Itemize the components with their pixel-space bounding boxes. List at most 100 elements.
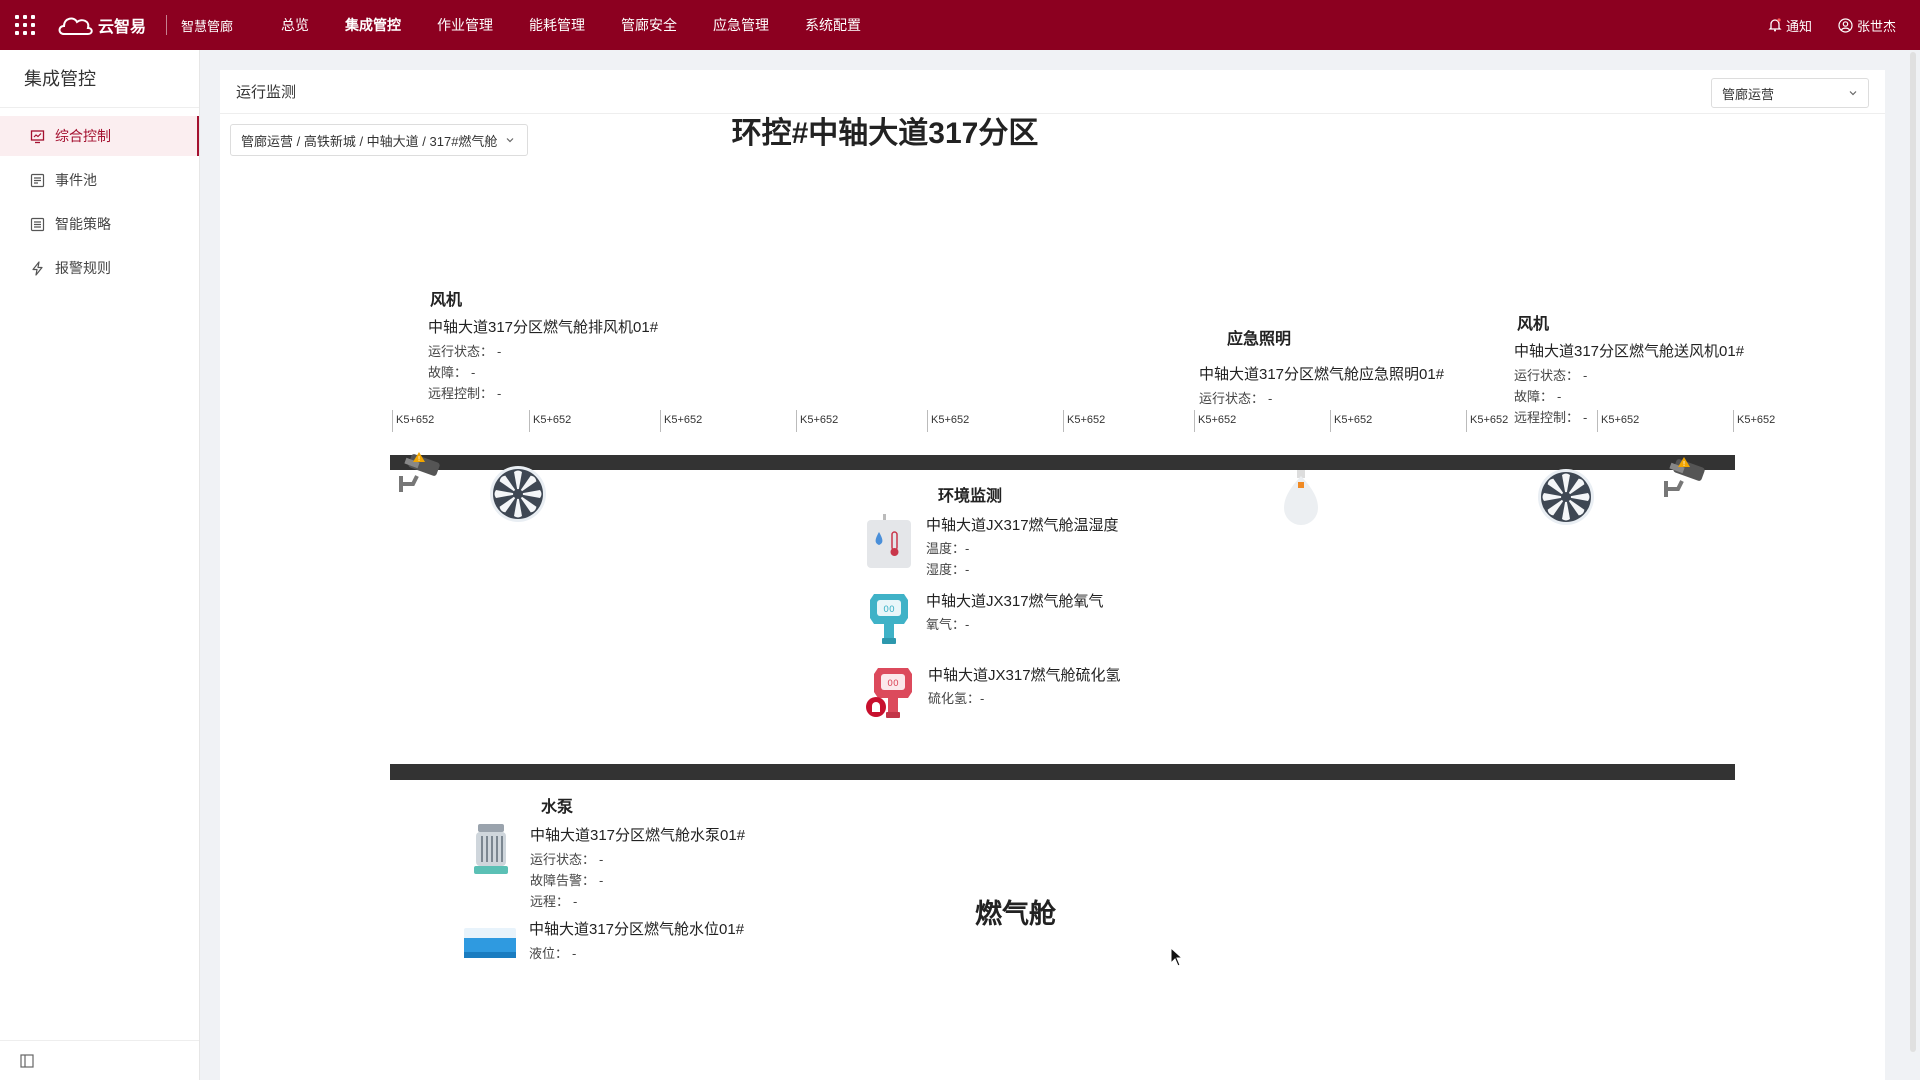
oxygen-row: 氧气：- [926, 617, 970, 632]
water-level-icon[interactable] [462, 926, 518, 965]
sidebar-item-label: 智能策略 [55, 216, 111, 232]
sidebar: 集成管控 综合控制 事件池 智能策略 报警规则 [0, 50, 200, 1080]
cloud-logo-icon [56, 12, 96, 38]
brand-name: 云智易 [98, 19, 147, 36]
tunnel-top-wall [390, 455, 1735, 470]
collapse-sidebar-button[interactable] [0, 1040, 199, 1080]
panel-title: 运行监测 [236, 84, 297, 101]
h2s-detector-icon: 00 [864, 662, 918, 727]
cabin-label: 燃气舱 [975, 899, 1056, 929]
operation-select[interactable]: 管廊运营 [1711, 78, 1869, 108]
status-row: 运行状态： - [1199, 391, 1273, 406]
mileage-tick [660, 410, 661, 432]
camera-icon[interactable]: ! [1660, 455, 1712, 508]
temp-humidity-sensor[interactable]: 中轴大道JX317燃气舱温湿度 温度：- 湿度：- [864, 512, 1119, 580]
nav-overview[interactable]: 总览 [263, 0, 327, 50]
temperature-row: 温度：- [926, 541, 970, 556]
thermometer-icon [864, 512, 916, 575]
bell-icon [1768, 18, 1782, 32]
list-icon [29, 172, 45, 188]
mileage-label: K5+652 [800, 414, 839, 426]
mileage-label: K5+652 [1601, 414, 1640, 426]
user-name: 张世杰 [1856, 18, 1896, 34]
svg-text:00: 00 [887, 679, 899, 689]
sidebar-item-smart-strategy[interactable]: 智能策略 [0, 204, 199, 244]
remote-row: 远程： - [530, 894, 578, 909]
notification-button[interactable]: 通知 [1768, 16, 1812, 35]
sidebar-item-event-pool[interactable]: 事件池 [0, 160, 199, 200]
sidebar-item-alarm-rules[interactable]: 报警规则 [0, 248, 199, 288]
mileage-label: K5+652 [1737, 414, 1776, 426]
emergency-light-info: 应急照明 中轴大道317分区燃气舱应急照明01# 运行状态： - [1199, 325, 1444, 409]
water-pump-icon[interactable] [470, 820, 512, 883]
exhaust-fan-info: 风机 中轴大道317分区燃气舱排风机01# 运行状态： - 故障： - 远程控制： - [428, 286, 658, 404]
mileage-label: K5+652 [1334, 414, 1373, 426]
mileage-tick [927, 410, 928, 432]
light-bulb-icon[interactable] [1278, 468, 1324, 533]
user-icon [1838, 17, 1853, 33]
top-nav-bar: 云智易 智慧管廊 总览 集成管控 作业管理 能耗管理 管廊安全 应急管理 系统配… [0, 0, 1920, 50]
mileage-label: K5+652 [1067, 414, 1106, 426]
collapse-icon [20, 1053, 34, 1068]
h2s-sensor[interactable]: 00 中轴大道JX317燃气舱硫化氢 硫化氢：- [864, 662, 1121, 727]
mileage-tick [1733, 410, 1734, 432]
mileage-tick [1194, 410, 1195, 432]
sidebar-item-label: 事件池 [55, 172, 97, 188]
svg-text:!: ! [418, 455, 421, 463]
nav-work-management[interactable]: 作业管理 [419, 0, 511, 50]
device-name: 中轴大道JX317燃气舱温湿度 [926, 517, 1119, 534]
device-category: 风机 [430, 292, 463, 309]
nav-tunnel-safety[interactable]: 管廊安全 [603, 0, 695, 50]
env-monitor-header: 环境监测 [938, 482, 1002, 512]
sidebar-item-label: 报警规则 [55, 260, 111, 276]
divider [166, 15, 168, 35]
nav-system-config[interactable]: 系统配置 [787, 0, 879, 50]
device-name: 中轴大道317分区燃气舱应急照明01# [1199, 366, 1445, 383]
fault-row: 故障： - [428, 365, 476, 380]
device-name: 中轴大道JX317燃气舱硫化氢 [928, 667, 1121, 684]
sidebar-title: 集成管控 [0, 50, 199, 108]
mileage-tick [1330, 410, 1331, 432]
mileage-label: K5+652 [1470, 414, 1509, 426]
device-category: 水泵 [541, 799, 574, 816]
page-scrollbar[interactable] [1910, 52, 1916, 1052]
mileage-tick [529, 410, 530, 432]
mileage-label: K5+652 [533, 414, 572, 426]
nav-emergency-management[interactable]: 应急管理 [695, 0, 787, 50]
remote-control-row: 远程控制： - [428, 386, 502, 401]
pump-category: 水泵 [541, 793, 573, 823]
camera-icon[interactable]: ! [395, 450, 447, 503]
mileage-label: K5+652 [931, 414, 970, 426]
product-name: 智慧管廊 [181, 18, 234, 34]
mileage-label: K5+652 [664, 414, 703, 426]
device-name: 中轴大道317分区燃气舱水泵01# [530, 827, 746, 844]
oxygen-sensor[interactable]: 00 中轴大道JX317燃气舱氧气 氧气：- [864, 588, 1104, 653]
nav-energy-management[interactable]: 能耗管理 [511, 0, 603, 50]
water-level-info: 中轴大道317分区燃气舱水位01# 液位： - [529, 918, 744, 964]
fan-icon[interactable] [488, 464, 548, 529]
device-name: 中轴大道317分区燃气舱排风机01# [428, 319, 659, 336]
nav-integrated-control[interactable]: 集成管控 [327, 0, 419, 50]
mileage-tick [1063, 410, 1064, 432]
mouse-cursor-icon [1170, 946, 1184, 972]
device-name: 中轴大道317分区燃气舱水位01# [529, 921, 745, 938]
mileage-label: K5+652 [396, 414, 435, 426]
tunnel-bottom-wall [390, 764, 1735, 780]
mileage-tick [1466, 410, 1467, 432]
mileage-tick [796, 410, 797, 432]
status-row: 运行状态： - [1514, 368, 1588, 383]
fault-alarm-row: 故障告警： - [530, 873, 604, 888]
mileage-tick [1597, 410, 1598, 432]
operation-select-value: 管廊运营 [1722, 86, 1775, 102]
status-row: 运行状态： - [530, 852, 604, 867]
fan-icon[interactable] [1536, 467, 1596, 532]
strategy-icon [29, 216, 45, 232]
user-menu[interactable]: 张世杰 [1838, 16, 1896, 35]
mileage-tick [392, 410, 393, 432]
brand-logo[interactable]: 云智易 [50, 0, 156, 50]
apps-grid-icon[interactable] [0, 0, 50, 50]
page-title: 环控#中轴大道317分区 [731, 117, 1039, 150]
notification-label: 通知 [1785, 18, 1812, 34]
level-row: 液位： - [529, 946, 577, 961]
pump-info: 中轴大道317分区燃气舱水泵01# 运行状态： - 故障告警： - 远程： - [530, 824, 745, 912]
